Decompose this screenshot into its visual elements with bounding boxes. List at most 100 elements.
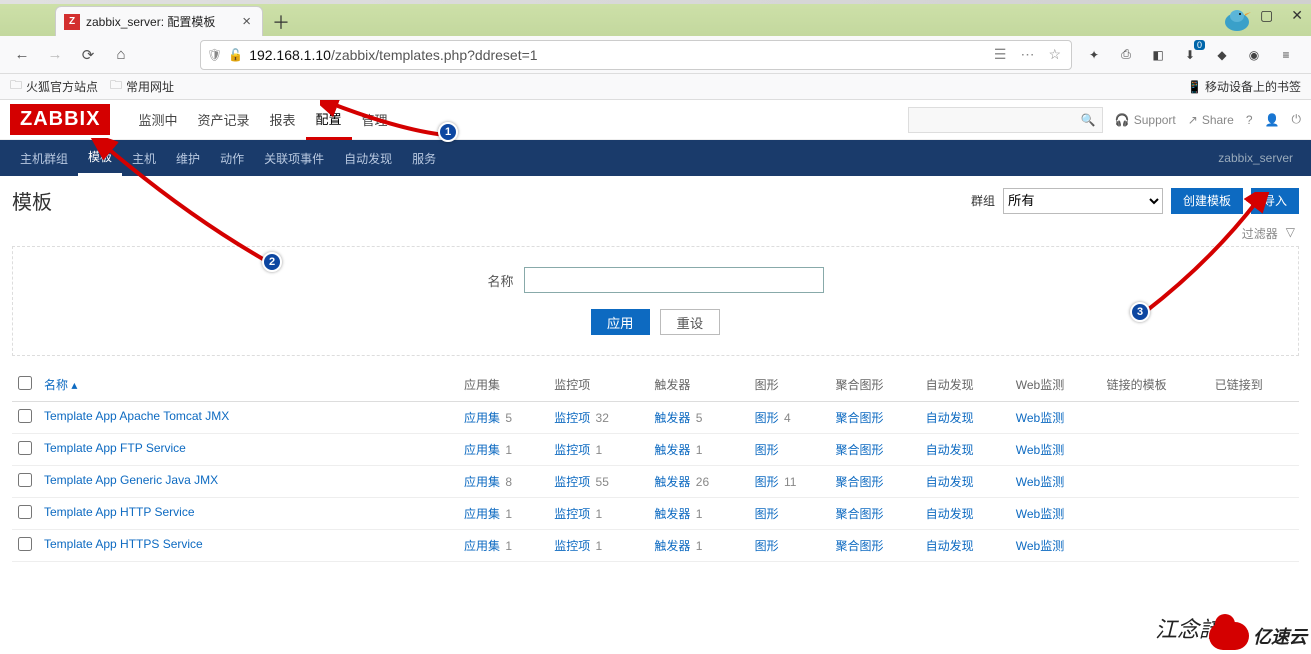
url-text[interactable]: 192.168.1.10/zabbix/templates.php?ddrese…	[249, 47, 984, 63]
menu-icon[interactable]: ≡	[1275, 44, 1297, 66]
extension-icon[interactable]: ◉	[1243, 44, 1265, 66]
sub-menu-item[interactable]: 主机群组	[10, 140, 78, 176]
mobile-bookmarks[interactable]: 📱移动设备上的书签	[1187, 78, 1301, 95]
items-link[interactable]: 监控项	[554, 507, 590, 521]
sub-menu-item[interactable]: 维护	[166, 140, 210, 176]
web-link[interactable]: Web监测	[1016, 507, 1064, 521]
sub-menu-item[interactable]: 动作	[210, 140, 254, 176]
library-icon[interactable]: ⎙	[1115, 44, 1137, 66]
col-triggers[interactable]: 触发器	[648, 368, 748, 402]
discovery-link[interactable]: 自动发现	[926, 507, 974, 521]
template-name-link[interactable]: Template App FTP Service	[44, 441, 186, 455]
main-menu-item[interactable]: 配置	[306, 100, 352, 140]
row-checkbox[interactable]	[18, 473, 32, 487]
col-apps[interactable]: 应用集	[458, 368, 548, 402]
items-link[interactable]: 监控项	[554, 411, 590, 425]
main-menu-item[interactable]: 监测中	[128, 100, 187, 140]
col-screens[interactable]: 聚合图形	[829, 368, 919, 402]
sidebar-icon[interactable]: ◧	[1147, 44, 1169, 66]
apps-link[interactable]: 应用集	[464, 411, 500, 425]
breadcrumb[interactable]: zabbix_server	[1218, 151, 1301, 165]
pocket-icon[interactable]: ◆	[1211, 44, 1233, 66]
discovery-link[interactable]: 自动发现	[926, 411, 974, 425]
help-icon[interactable]: ?	[1246, 113, 1253, 127]
extension-puzzle-icon[interactable]: ✦	[1083, 44, 1105, 66]
discovery-link[interactable]: 自动发现	[926, 539, 974, 553]
col-discovery[interactable]: 自动发现	[920, 368, 1010, 402]
col-web[interactable]: Web监测	[1010, 368, 1101, 402]
window-close-icon[interactable]: ✕	[1291, 7, 1303, 24]
screens-link[interactable]: 聚合图形	[835, 475, 883, 489]
graphs-cell[interactable]: 图形	[749, 530, 830, 562]
col-linked-tpl[interactable]: 链接的模板	[1101, 368, 1209, 402]
discovery-link[interactable]: 自动发现	[926, 443, 974, 457]
sub-menu-item[interactable]: 模板	[78, 140, 122, 176]
row-checkbox[interactable]	[18, 441, 32, 455]
main-menu-item[interactable]: 报表	[259, 100, 305, 140]
template-name-link[interactable]: Template App HTTPS Service	[44, 537, 203, 551]
main-menu-item[interactable]: 管理	[352, 100, 398, 140]
bookmark-folder-firefox[interactable]: 🗀火狐官方站点	[10, 76, 98, 97]
new-tab-button[interactable]: ＋	[267, 8, 295, 36]
web-link[interactable]: Web监测	[1016, 475, 1064, 489]
downloads-icon[interactable]: ⬇0	[1179, 44, 1201, 66]
triggers-link[interactable]: 触发器	[654, 443, 690, 457]
graphs-cell[interactable]: 图形 11	[749, 466, 830, 498]
tab-close-icon[interactable]: ×	[239, 13, 254, 30]
share-link[interactable]: ↗ Share	[1188, 113, 1234, 127]
main-menu-item[interactable]: 资产记录	[187, 100, 259, 140]
filter-name-input[interactable]	[524, 267, 824, 293]
template-name-link[interactable]: Template App Generic Java JMX	[44, 473, 218, 487]
logout-icon[interactable]: ⏻	[1292, 112, 1302, 127]
apps-link[interactable]: 应用集	[464, 539, 500, 553]
row-checkbox[interactable]	[18, 505, 32, 519]
reset-button[interactable]: 重设	[660, 309, 721, 335]
filter-funnel-icon[interactable]: ▽	[1286, 225, 1295, 242]
apps-link[interactable]: 应用集	[464, 507, 500, 521]
graphs-cell[interactable]: 图形 4	[749, 402, 830, 434]
template-name-link[interactable]: Template App HTTP Service	[44, 505, 195, 519]
row-checkbox[interactable]	[18, 409, 32, 423]
screens-link[interactable]: 聚合图形	[835, 443, 883, 457]
user-icon[interactable]: 👤	[1265, 113, 1280, 127]
zabbix-logo[interactable]: ZABBIX	[10, 104, 110, 135]
triggers-link[interactable]: 触发器	[654, 475, 690, 489]
insecure-lock-icon[interactable]: 🔓	[228, 48, 243, 62]
search-input[interactable]	[915, 113, 1081, 127]
discovery-link[interactable]: 自动发现	[926, 475, 974, 489]
screens-link[interactable]: 聚合图形	[835, 539, 883, 553]
web-link[interactable]: Web监测	[1016, 539, 1064, 553]
bookmark-star-icon[interactable]: ☆	[1044, 46, 1065, 63]
support-link[interactable]: 🎧 Support	[1115, 113, 1176, 127]
group-select[interactable]: 所有	[1003, 188, 1163, 214]
forward-button[interactable]: →	[41, 41, 69, 69]
url-bar[interactable]: 🛡 🔓 192.168.1.10/zabbix/templates.php?dd…	[200, 40, 1072, 70]
back-button[interactable]: ←	[8, 41, 36, 69]
sub-menu-item[interactable]: 自动发现	[334, 140, 402, 176]
search-icon[interactable]: 🔍	[1081, 113, 1096, 127]
reader-mode-icon[interactable]: ☰	[990, 46, 1011, 63]
window-maximize-icon[interactable]: ▢	[1260, 7, 1273, 24]
home-button[interactable]: ⌂	[107, 41, 135, 69]
screens-link[interactable]: 聚合图形	[835, 507, 883, 521]
items-link[interactable]: 监控项	[554, 539, 590, 553]
sub-menu-item[interactable]: 关联项事件	[254, 140, 334, 176]
web-link[interactable]: Web监测	[1016, 411, 1064, 425]
select-all-checkbox[interactable]	[18, 376, 32, 390]
col-name[interactable]: 名称 ▴	[38, 368, 458, 402]
apply-button[interactable]: 应用	[591, 309, 650, 335]
row-checkbox[interactable]	[18, 537, 32, 551]
sub-menu-item[interactable]: 服务	[402, 140, 446, 176]
template-name-link[interactable]: Template App Apache Tomcat JMX	[44, 409, 229, 423]
col-graphs[interactable]: 图形	[749, 368, 830, 402]
col-items[interactable]: 监控项	[548, 368, 648, 402]
bookmark-folder-common[interactable]: 🗀常用网址	[110, 76, 174, 97]
apps-link[interactable]: 应用集	[464, 443, 500, 457]
graphs-cell[interactable]: 图形	[749, 498, 830, 530]
apps-link[interactable]: 应用集	[464, 475, 500, 489]
graphs-cell[interactable]: 图形	[749, 434, 830, 466]
triggers-link[interactable]: 触发器	[654, 507, 690, 521]
triggers-link[interactable]: 触发器	[654, 411, 690, 425]
screens-link[interactable]: 聚合图形	[835, 411, 883, 425]
sub-menu-item[interactable]: 主机	[122, 140, 166, 176]
